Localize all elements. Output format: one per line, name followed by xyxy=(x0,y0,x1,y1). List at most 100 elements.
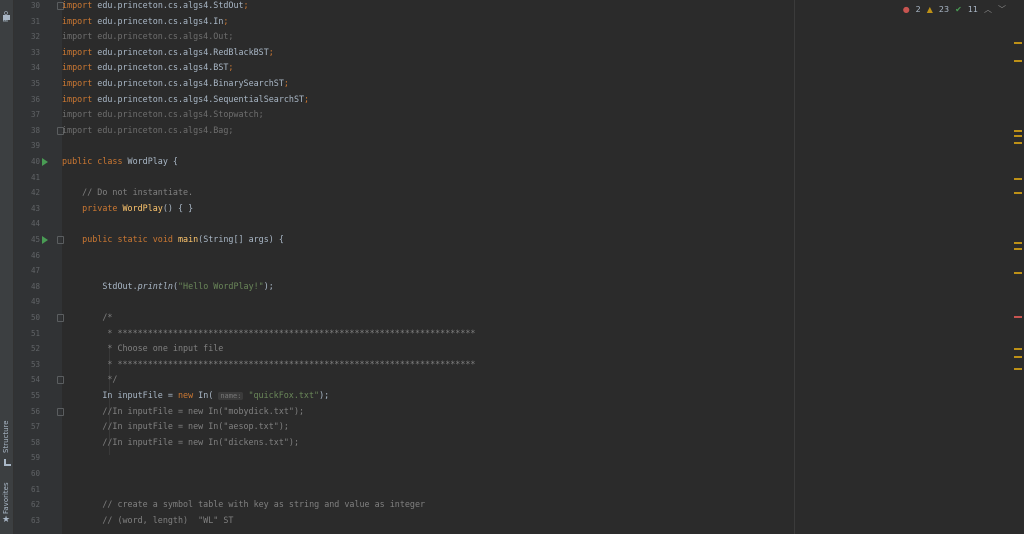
code-line[interactable]: 58 //In inputFile = new In("dickens.txt"… xyxy=(31,435,1022,451)
code-token: */ xyxy=(62,374,118,385)
code-token: "Hello WordPlay!" xyxy=(177,280,264,291)
warning-mark[interactable] xyxy=(1014,142,1022,144)
code-token: StdOut. xyxy=(62,280,138,291)
warning-mark[interactable] xyxy=(1014,130,1022,132)
check-icon: ✔ xyxy=(955,5,962,14)
code-line[interactable]: 46 xyxy=(31,248,1022,264)
error-mark[interactable] xyxy=(1014,316,1022,318)
code-line[interactable]: 47 xyxy=(31,263,1022,279)
code-line[interactable]: 32 import edu.princeton.cs.algs4.Out; xyxy=(31,29,1022,45)
line-number: 33 xyxy=(30,47,40,57)
code-line[interactable]: 39 xyxy=(31,138,1022,154)
code-line[interactable]: 45 public static void main(String[] args… xyxy=(31,232,1022,248)
code-line[interactable]: 48 StdOut.println("Hello WordPlay!"); xyxy=(31,279,1022,295)
code-line[interactable]: 55 In inputFile = new In( name: "quickFo… xyxy=(31,388,1022,404)
tab-structure[interactable]: Structure xyxy=(0,415,13,457)
code-token: ; xyxy=(304,93,310,104)
chevron-down-icon[interactable]: ﹀ xyxy=(998,4,1006,15)
code-line[interactable]: 53 * ***********************************… xyxy=(31,357,1022,373)
code-line[interactable]: 51 * ***********************************… xyxy=(31,326,1022,342)
warning-mark[interactable] xyxy=(1014,356,1022,358)
code-line[interactable]: 31 import edu.princeton.cs.algs4.In; xyxy=(31,14,1022,30)
warning-mark[interactable] xyxy=(1014,242,1022,244)
code-line[interactable]: 37 import edu.princeton.cs.algs4.Stopwatc… xyxy=(31,107,1022,123)
line-number: 35 xyxy=(30,79,40,88)
error-stripe[interactable] xyxy=(1014,30,1024,534)
code-text: import edu.princeton.cs.algs4.Out; xyxy=(62,29,233,45)
code-token: edu.princeton.cs.algs4.BinarySearchST xyxy=(92,78,284,88)
code-line[interactable]: 42 // Do not instantiate. xyxy=(31,185,1022,201)
line-number: 45 xyxy=(30,235,40,244)
tab-favorites[interactable]: Favorites xyxy=(0,478,13,518)
code-line[interactable]: 57 //In inputFile = new In("aesop.txt"); xyxy=(31,419,1022,435)
line-number: 34 xyxy=(30,63,40,73)
code-line[interactable]: 34 import edu.princeton.cs.algs4.BST; xyxy=(31,60,1022,76)
code-token: * **************************************… xyxy=(62,327,476,338)
code-token: import edu.princeton.cs.algs4.Out; xyxy=(62,31,234,42)
code-token: // (word, length) "WL" ST xyxy=(62,514,234,525)
run-icon[interactable] xyxy=(42,158,48,166)
code-token: In( xyxy=(193,390,219,400)
warning-mark[interactable] xyxy=(1014,272,1022,274)
code-line[interactable]: 41 xyxy=(31,170,1022,186)
code-line[interactable]: 61 xyxy=(31,482,1022,498)
code-token: ; xyxy=(223,15,229,26)
code-token: ; xyxy=(268,46,274,57)
code-token: import xyxy=(62,15,93,26)
code-line[interactable]: 33 import edu.princeton.cs.algs4.RedBlack… xyxy=(31,45,1022,61)
warning-mark[interactable] xyxy=(1014,192,1022,194)
structure-icon xyxy=(4,459,11,466)
line-number: 36 xyxy=(30,94,40,104)
line-number: 41 xyxy=(30,172,40,182)
line-number: 58 xyxy=(30,437,40,447)
code-line[interactable]: 52 * Choose one input file xyxy=(31,341,1022,357)
warning-mark[interactable] xyxy=(1014,248,1022,250)
warning-mark[interactable] xyxy=(1014,348,1022,350)
code-line[interactable]: 54 */ xyxy=(31,372,1022,388)
code-line[interactable]: 63 // (word, length) "WL" ST xyxy=(31,513,1022,529)
code-line[interactable]: 40 public class WordPlay { xyxy=(31,154,1022,170)
code-line[interactable]: 44 xyxy=(31,216,1022,232)
code-token: import xyxy=(62,0,93,10)
code-line[interactable]: 49 xyxy=(31,294,1022,310)
code-token: edu.princeton.cs.algs4.RedBlackBST xyxy=(92,46,269,57)
chevron-up-icon[interactable]: ︿ xyxy=(984,4,992,15)
line-number: 59 xyxy=(30,453,40,463)
code-token: (String[] args) { xyxy=(198,234,284,244)
code-token: () { } xyxy=(162,202,194,213)
code-token: * Choose one input file xyxy=(62,343,224,354)
code-text: // (word, length) "WL" ST xyxy=(62,513,233,529)
code-line[interactable]: 56 //In inputFile = new In("mobydick.txt… xyxy=(31,404,1022,420)
code-line[interactable]: 35 import edu.princeton.cs.algs4.BinarySe… xyxy=(31,76,1022,92)
code-line[interactable]: 50 /* xyxy=(31,310,1022,326)
warning-mark[interactable] xyxy=(1014,178,1022,180)
code-line[interactable]: 36 import edu.princeton.cs.algs4.Sequenti… xyxy=(31,92,1022,108)
code-token: import xyxy=(62,46,93,57)
warning-mark[interactable] xyxy=(1014,135,1022,137)
tab-project[interactable]: Pro xyxy=(0,0,13,26)
warning-mark[interactable] xyxy=(1014,60,1022,62)
warning-mark[interactable] xyxy=(1014,368,1022,370)
inspection-widget[interactable]: ● 2 ▲ 23 ✔ 11 ︿ ﹀ xyxy=(903,4,1006,15)
run-icon[interactable] xyxy=(42,236,48,244)
code-token: //In inputFile = new In("dickens.txt"); xyxy=(62,436,299,447)
warning-mark[interactable] xyxy=(1014,42,1022,44)
code-token: ); xyxy=(319,390,330,400)
line-number: 31 xyxy=(30,16,40,26)
line-number: 56 xyxy=(30,406,40,416)
code-editor[interactable]: 30 import edu.princeton.cs.algs4.StdOut; 3… xyxy=(31,0,1022,534)
code-text: import edu.princeton.cs.algs4.BinarySear… xyxy=(62,76,289,92)
code-line[interactable]: 43 private WordPlay() { } xyxy=(31,201,1022,217)
code-line[interactable]: 59 xyxy=(31,450,1022,466)
code-token: WordPlay xyxy=(122,202,163,213)
code-token: ); xyxy=(263,280,274,291)
line-number: 46 xyxy=(30,250,40,260)
code-token: ; xyxy=(283,78,289,88)
code-line[interactable]: 30 import edu.princeton.cs.algs4.StdOut; xyxy=(31,0,1022,14)
code-line[interactable]: 60 xyxy=(31,466,1022,482)
code-line[interactable]: 38 import edu.princeton.cs.algs4.Bag; xyxy=(31,123,1022,139)
line-number: 53 xyxy=(30,359,40,369)
code-text: import edu.princeton.cs.algs4.BST; xyxy=(62,60,233,76)
code-text: // Do not instantiate. xyxy=(62,185,193,201)
code-line[interactable]: 62 // create a symbol table with key as … xyxy=(31,497,1022,513)
